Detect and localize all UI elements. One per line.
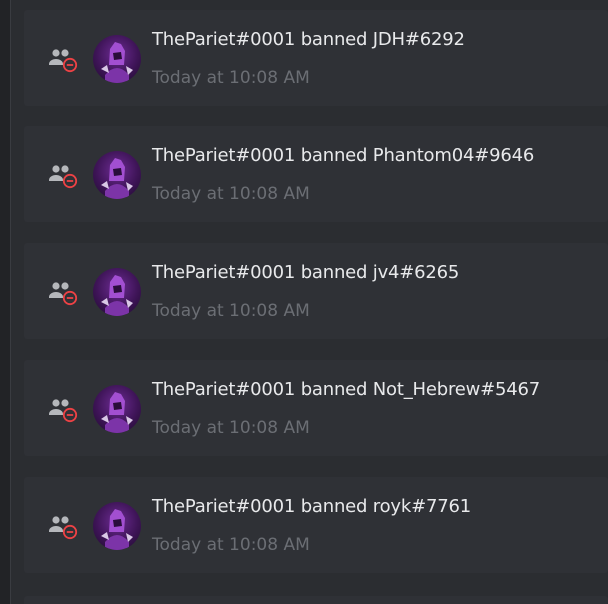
audit-log-entry[interactable]: ThePariet#0001 banned JDH#6292 Today at … bbox=[24, 10, 608, 106]
entry-action-text: ThePariet#0001 banned jv4#6265 bbox=[152, 262, 460, 283]
audit-log-list: ThePariet#0001 banned JDH#6292 Today at … bbox=[24, 10, 608, 604]
audit-log-view: ThePariet#0001 banned JDH#6292 Today at … bbox=[0, 0, 608, 604]
member-remove-icon bbox=[49, 516, 78, 540]
user-avatar[interactable] bbox=[93, 35, 141, 83]
audit-log-entry[interactable]: ThePariet#0001 banned royk#7761 Today at… bbox=[24, 477, 608, 573]
avatar-art bbox=[101, 158, 133, 199]
audit-log-entry[interactable]: ThePariet#0001 banned Not_Hebrew#5467 To… bbox=[24, 360, 608, 456]
user-avatar[interactable] bbox=[93, 502, 141, 550]
user-avatar[interactable] bbox=[93, 268, 141, 316]
entry-timestamp: Today at 10:08 AM bbox=[152, 418, 310, 438]
avatar-art bbox=[101, 392, 133, 433]
user-avatar[interactable] bbox=[93, 385, 141, 433]
member-remove-icon bbox=[49, 282, 78, 306]
audit-log-entry-partial[interactable] bbox=[24, 596, 608, 604]
entry-action-text: ThePariet#0001 banned Phantom04#9646 bbox=[152, 145, 535, 166]
avatar-art bbox=[101, 42, 133, 83]
entry-timestamp: Today at 10:08 AM bbox=[152, 184, 310, 204]
avatar-art bbox=[101, 275, 133, 316]
audit-log-entry[interactable]: ThePariet#0001 banned Phantom04#9646 Tod… bbox=[24, 126, 608, 222]
avatar-art bbox=[101, 509, 133, 550]
entry-timestamp: Today at 10:08 AM bbox=[152, 68, 310, 88]
member-remove-icon bbox=[49, 165, 78, 189]
member-remove-icon bbox=[49, 399, 78, 423]
entry-action-text: ThePariet#0001 banned royk#7761 bbox=[152, 496, 471, 517]
member-remove-icon bbox=[49, 49, 78, 73]
entry-timestamp: Today at 10:08 AM bbox=[152, 301, 310, 321]
entry-action-text: ThePariet#0001 banned JDH#6292 bbox=[152, 29, 465, 50]
audit-log-entry[interactable]: ThePariet#0001 banned jv4#6265 Today at … bbox=[24, 243, 608, 339]
user-avatar[interactable] bbox=[93, 151, 141, 199]
entry-timestamp: Today at 10:08 AM bbox=[152, 535, 310, 555]
window-edge bbox=[0, 0, 11, 604]
entry-action-text: ThePariet#0001 banned Not_Hebrew#5467 bbox=[152, 379, 541, 400]
